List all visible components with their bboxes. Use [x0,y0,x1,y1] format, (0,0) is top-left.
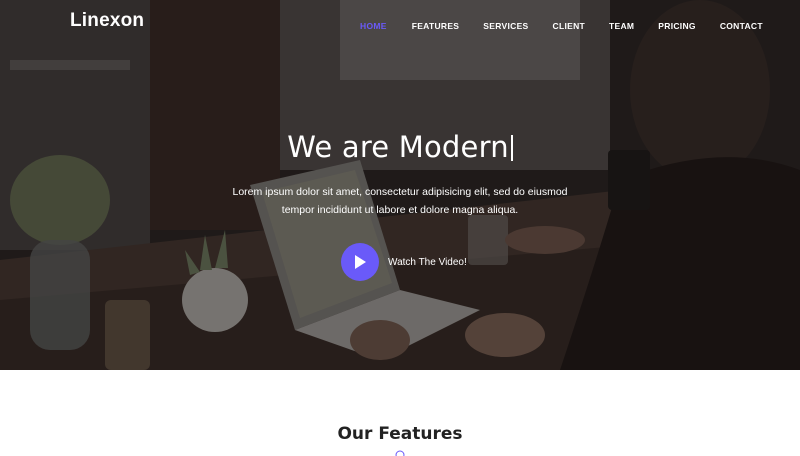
hero-subtitle-line-1: Lorem ipsum dolor sit amet, consectetur … [232,186,568,198]
hero-subtitle: Lorem ipsum dolor sit amet, consectetur … [200,183,600,219]
nav-contact[interactable]: Contact [720,21,763,31]
typing-cursor [510,135,513,161]
features-title-bold: Features [378,424,463,444]
brand-logo[interactable]: Linexon [70,10,144,32]
play-icon [355,255,366,269]
play-button[interactable] [341,243,379,281]
watch-video-label[interactable]: Watch The Video! [388,257,467,268]
features-divider-icon [395,450,405,456]
nav-pricing[interactable]: Pricing [658,21,696,31]
watch-video-button[interactable]: Watch The Video! [341,243,467,281]
nav-services[interactable]: Services [483,21,528,31]
hero-section: Linexon Home Features Services Client Te… [0,0,800,370]
hero-title-text: We are Modern [287,130,509,164]
nav-features[interactable]: Features [412,21,460,31]
nav-home[interactable]: Home [360,21,387,31]
hero-subtitle-line-2: tempor incididunt ut labore et dolore ma… [281,204,519,216]
features-title-light: Our [337,424,373,444]
features-section-title: Our Features [0,424,800,444]
nav-team[interactable]: Team [609,21,634,31]
hero-title: We are Modern [0,130,800,164]
nav-client[interactable]: Client [553,21,586,31]
main-nav: Home Features Services Client Team Prici… [360,21,763,31]
